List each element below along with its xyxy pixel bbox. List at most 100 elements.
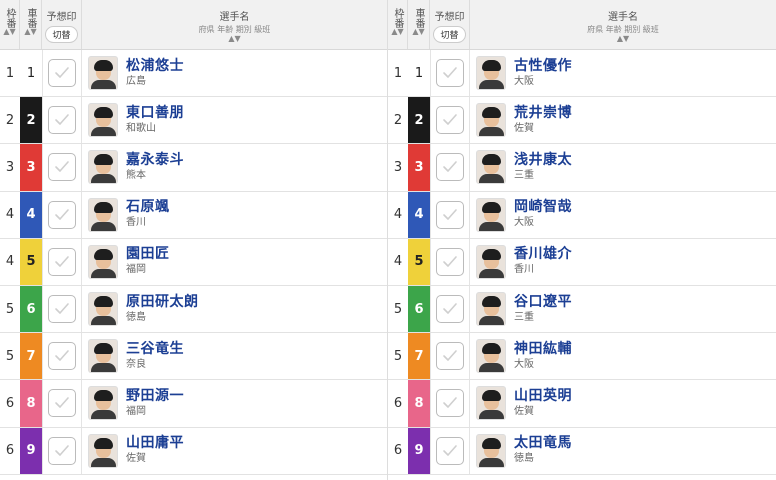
player-name-link[interactable]: 松浦悠士 xyxy=(126,58,184,75)
player-name-link[interactable]: 原田研太朗 xyxy=(126,294,199,311)
player-info[interactable]: 香川雄介 香川 xyxy=(470,239,776,285)
prediction-checkbox[interactable] xyxy=(436,389,464,418)
player-name-link[interactable]: 岡崎智哉 xyxy=(514,199,572,216)
player-name-link[interactable]: 古性優作 xyxy=(514,58,572,75)
toggle-button[interactable]: 切替 xyxy=(433,26,466,43)
player-info[interactable]: 園田匠 福岡 xyxy=(82,239,387,285)
player-prefecture: 大阪 xyxy=(514,75,534,87)
player-name-link[interactable]: 野田源一 xyxy=(126,388,184,405)
player-name-link[interactable]: 石原颯 xyxy=(126,199,170,216)
player-photo xyxy=(476,103,506,138)
checkmark-icon xyxy=(443,397,457,409)
prediction-checkbox[interactable] xyxy=(48,200,76,229)
player-info[interactable]: 野田源一 福岡 xyxy=(82,380,387,426)
waku-header[interactable]: 枠番 ▲▼ xyxy=(0,0,20,49)
player-info[interactable]: 岡崎智哉 大阪 xyxy=(470,192,776,238)
player-info[interactable]: 山田庸平 佐賀 xyxy=(82,428,387,474)
entry-row: 5 7 神田紘輔 大阪 xyxy=(388,333,776,381)
player-info[interactable]: 浅井康太 三重 xyxy=(470,144,776,190)
prediction-checkbox[interactable] xyxy=(48,436,76,465)
waku-number: 4 xyxy=(393,254,403,270)
prediction-checkbox[interactable] xyxy=(48,342,76,371)
player-photo xyxy=(88,339,118,374)
player-info[interactable]: 荒井崇博 佐賀 xyxy=(470,97,776,143)
player-name-link[interactable]: 嘉永泰斗 xyxy=(126,152,184,169)
player-photo xyxy=(88,56,118,91)
car-number: 1 xyxy=(408,50,430,97)
waku-number: 4 xyxy=(5,207,15,223)
checkmark-icon xyxy=(55,67,69,78)
waku-number: 6 xyxy=(5,443,15,459)
prediction-checkbox[interactable] xyxy=(48,247,76,276)
prediction-checkbox[interactable] xyxy=(436,247,464,276)
prediction-checkbox[interactable] xyxy=(48,153,76,182)
player-info[interactable]: 谷口遼平 三重 xyxy=(470,286,776,332)
player-info[interactable]: 山田英明 佐賀 xyxy=(470,380,776,426)
player-photo xyxy=(88,292,118,327)
player-info[interactable]: 神田紘輔 大阪 xyxy=(470,333,776,379)
waku-number: 3 xyxy=(393,159,403,175)
player-photo xyxy=(88,386,118,421)
player-prefecture: 福岡 xyxy=(126,264,146,276)
entry-row: 3 3 嘉永泰斗 熊本 xyxy=(0,144,387,192)
name-header[interactable]: 選手名 府県 年齢 期別 級班 ▲▼ xyxy=(82,0,387,49)
car-header[interactable]: 車番 ▲▼ xyxy=(408,0,430,49)
player-name-link[interactable]: 山田庸平 xyxy=(126,435,184,452)
player-name-link[interactable]: 谷口遼平 xyxy=(514,294,572,311)
player-photo xyxy=(476,433,506,468)
toggle-button[interactable]: 切替 xyxy=(45,26,78,43)
prediction-checkbox[interactable] xyxy=(436,153,464,182)
prediction-checkbox[interactable] xyxy=(436,295,464,324)
player-info[interactable]: 太田竜馬 徳島 xyxy=(470,428,776,474)
car-number: 5 xyxy=(408,238,430,285)
player-name-link[interactable]: 荒井崇博 xyxy=(514,105,572,122)
player-prefecture: 佐賀 xyxy=(126,453,146,465)
entry-row: 4 4 岡崎智哉 大阪 xyxy=(388,191,776,239)
player-info[interactable]: 古性優作 大阪 xyxy=(470,50,776,96)
car-header[interactable]: 車番 ▲▼ xyxy=(20,0,42,49)
sort-icon: ▲▼ xyxy=(24,27,37,36)
player-photo xyxy=(476,244,506,279)
prediction-checkbox[interactable] xyxy=(436,436,464,465)
waku-header[interactable]: 枠番 ▲▼ xyxy=(388,0,408,49)
checkmark-icon xyxy=(443,114,457,126)
waku-header-label: 枠番 xyxy=(392,8,403,28)
car-number: 1 xyxy=(20,50,42,97)
player-info[interactable]: 東口善朋 和歌山 xyxy=(82,97,387,143)
player-name-link[interactable]: 神田紘輔 xyxy=(514,341,572,358)
player-info[interactable]: 三谷竜生 奈良 xyxy=(82,333,387,379)
prediction-checkbox[interactable] xyxy=(436,200,464,229)
name-header[interactable]: 選手名 府県 年齢 期別 級班 ▲▼ xyxy=(470,0,776,49)
player-name-link[interactable]: 三谷竜生 xyxy=(126,341,184,358)
prediction-checkbox[interactable] xyxy=(436,106,464,135)
player-prefecture: 大阪 xyxy=(514,217,534,229)
player-name-link[interactable]: 香川雄介 xyxy=(514,246,572,263)
player-info[interactable]: 石原颯 香川 xyxy=(82,192,387,238)
player-info[interactable]: 松浦悠士 広島 xyxy=(82,50,387,96)
player-info[interactable]: 原田研太朗 徳島 xyxy=(82,286,387,332)
player-photo xyxy=(88,150,118,185)
player-photo xyxy=(476,339,506,374)
player-prefecture: 香川 xyxy=(514,264,534,276)
player-photo xyxy=(476,386,506,421)
player-info[interactable]: 嘉永泰斗 熊本 xyxy=(82,144,387,190)
player-name-link[interactable]: 東口善朋 xyxy=(126,105,184,122)
player-name-link[interactable]: 園田匠 xyxy=(126,246,170,263)
prediction-checkbox[interactable] xyxy=(48,295,76,324)
prediction-checkbox[interactable] xyxy=(48,389,76,418)
player-photo xyxy=(88,244,118,279)
car-number: 6 xyxy=(20,285,42,333)
prediction-checkbox[interactable] xyxy=(48,106,76,135)
prediction-checkbox[interactable] xyxy=(436,59,464,88)
player-prefecture: 徳島 xyxy=(126,311,146,323)
player-name-link[interactable]: 太田竜馬 xyxy=(514,435,572,452)
player-photo xyxy=(88,197,118,232)
player-prefecture: 香川 xyxy=(126,217,146,229)
table-header: 枠番 ▲▼ 車番 ▲▼ 予想印 切替 選手名 府県 年齢 期別 級班 ▲▼ xyxy=(0,0,387,50)
player-name-link[interactable]: 浅井康太 xyxy=(514,152,572,169)
waku-number: 2 xyxy=(393,112,403,128)
player-name-link[interactable]: 山田英明 xyxy=(514,388,572,405)
prediction-checkbox[interactable] xyxy=(436,342,464,371)
prediction-checkbox[interactable] xyxy=(48,59,76,88)
entry-row: 5 7 三谷竜生 奈良 xyxy=(0,333,387,381)
